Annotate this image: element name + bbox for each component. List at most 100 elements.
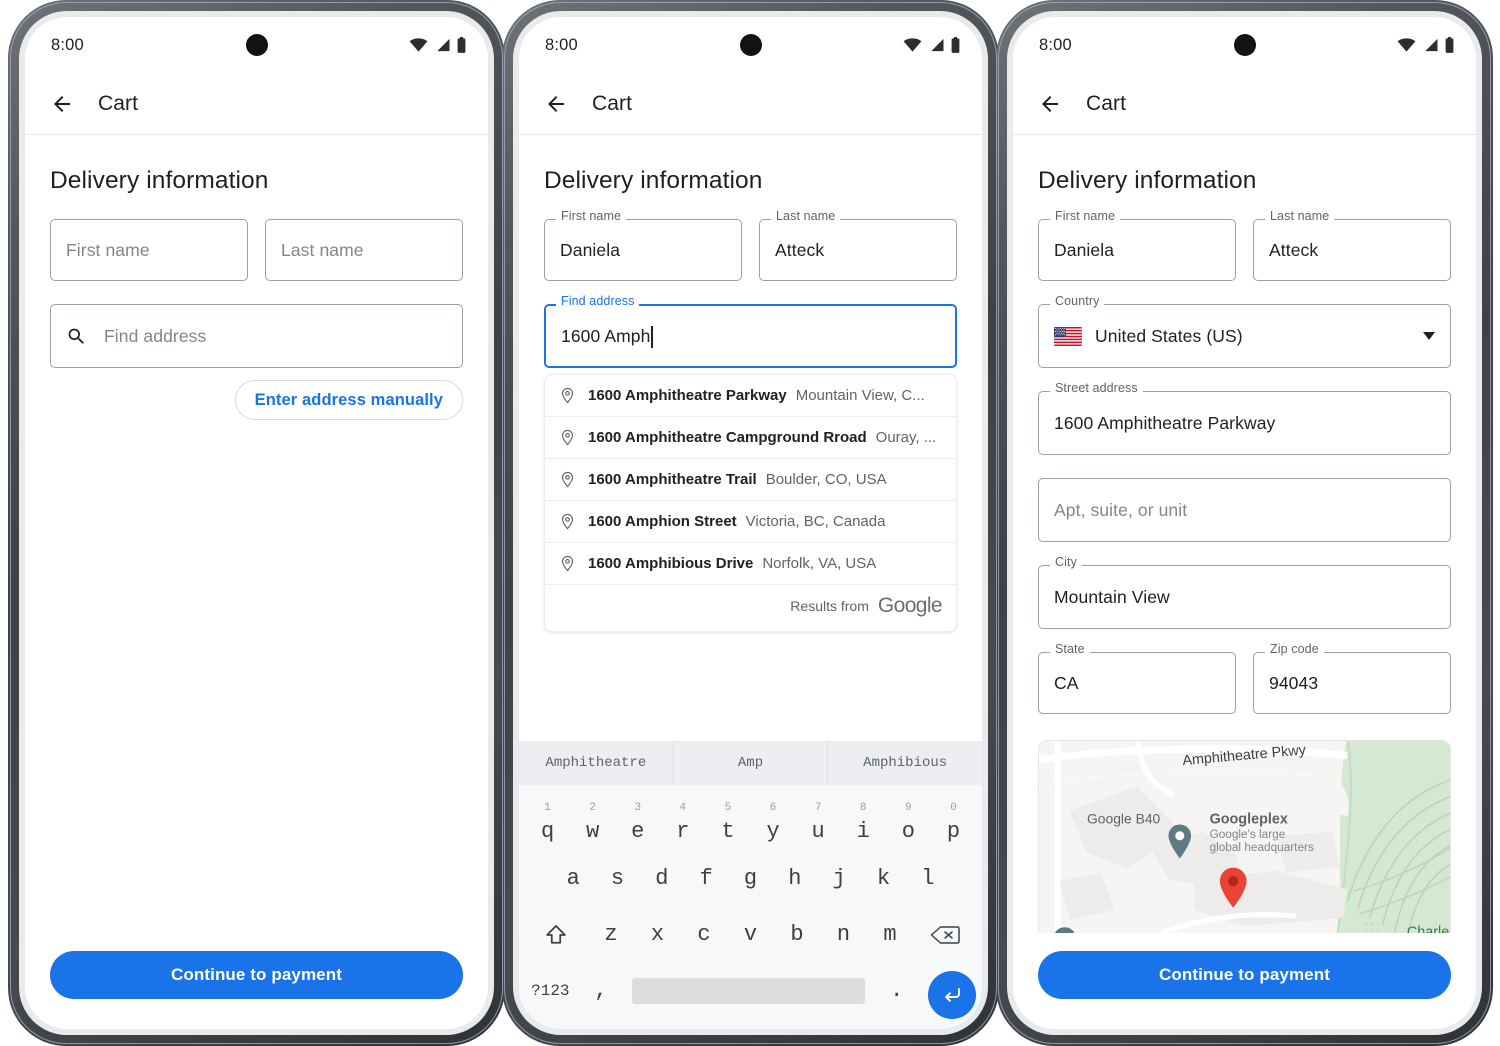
key-u[interactable]: 7u [796, 795, 841, 851]
first-name-input[interactable]: Daniela [544, 219, 742, 281]
autocomplete-item[interactable]: 1600 Amphitheatre Campground Rroad Ouray… [545, 417, 956, 459]
autocomplete-item-main: 1600 Amphitheatre Campground Rroad [588, 429, 867, 446]
back-button[interactable] [1033, 87, 1067, 121]
key-y[interactable]: 6y [751, 795, 796, 851]
enter-key-icon [945, 988, 960, 1002]
last-name-input[interactable]: Atteck [1253, 219, 1451, 281]
apt-field: Apt, suite, or unit [1038, 478, 1451, 542]
app-bar-title: Cart [98, 91, 139, 115]
first-name-input[interactable]: Daniela [1038, 219, 1236, 281]
suggestion-chip[interactable]: Amphitheatre [519, 741, 673, 785]
country-select[interactable]: United States (US) [1038, 304, 1451, 368]
key-s[interactable]: s [595, 851, 639, 907]
key-z[interactable]: z [588, 907, 635, 963]
street-address-input[interactable]: 1600 Amphitheatre Parkway [1038, 391, 1451, 455]
key-g[interactable]: g [728, 851, 772, 907]
find-address-value: 1600 Amph [561, 325, 651, 346]
phone-3-screen: 8:00 Cart Delivery information First nam… [1013, 17, 1476, 1029]
autocomplete-item-sub: Ouray, ... [875, 429, 937, 446]
key-n[interactable]: n [820, 907, 867, 963]
key-x[interactable]: x [634, 907, 681, 963]
phone-2-screen: 8:00 Cart Delivery information First nam… [519, 17, 982, 1029]
key-t[interactable]: 5t [705, 795, 750, 851]
state-input[interactable]: CA [1038, 652, 1236, 714]
first-name-label: First name [556, 210, 627, 223]
autocomplete-item-main: 1600 Amphibious Drive [588, 555, 754, 572]
country-value: United States (US) [1095, 325, 1243, 346]
key-o[interactable]: 9o [886, 795, 931, 851]
backspace-key[interactable] [913, 907, 976, 963]
cell-signal-icon [1425, 38, 1438, 52]
key-w[interactable]: 2w [570, 795, 615, 851]
us-flag-icon [1054, 326, 1082, 346]
autocomplete-item[interactable]: 1600 Amphitheatre Parkway Mountain View,… [545, 375, 956, 417]
text-caret [651, 326, 654, 348]
last-name-input[interactable]: Atteck [759, 219, 957, 281]
status-bar: 8:00 [25, 17, 488, 73]
suggestion-chip[interactable]: Amp [672, 741, 828, 785]
autocomplete-item[interactable]: 1600 Amphion Street Victoria, BC, Canada [545, 501, 956, 543]
zip-field: Zip code 94043 [1253, 643, 1451, 714]
state-value: CA [1054, 672, 1079, 693]
find-address-input[interactable]: Find address [50, 304, 463, 368]
battery-icon [1445, 37, 1454, 53]
last-name-input[interactable]: Last name [265, 219, 463, 281]
state-field: State CA [1038, 643, 1236, 714]
enter-address-manually-button[interactable]: Enter address manually [234, 380, 463, 420]
name-row: First name Last name [50, 219, 463, 304]
back-button[interactable] [539, 87, 573, 121]
city-input[interactable]: Mountain View [1038, 565, 1451, 629]
delivery-form-2: Delivery information First name Daniela … [519, 135, 982, 741]
key-j[interactable]: j [817, 851, 861, 907]
key-r[interactable]: 4r [660, 795, 705, 851]
key-a[interactable]: a [551, 851, 595, 907]
attribution-text: Results from [790, 598, 869, 614]
keyboard-suggestion-bar: Amphitheatre Amp Amphibious [519, 741, 982, 785]
map-poi-sub2: global headquarters [1210, 840, 1314, 854]
footer-bar: Continue to payment [1013, 933, 1476, 1029]
find-address-input[interactable]: 1600 Amph [544, 304, 957, 368]
continue-to-payment-button[interactable]: Continue to payment [1038, 951, 1451, 999]
key-b[interactable]: b [774, 907, 821, 963]
key-i[interactable]: 8i [841, 795, 886, 851]
zip-input[interactable]: 94043 [1253, 652, 1451, 714]
status-bar-icons [409, 37, 466, 53]
status-bar-icons [1397, 37, 1454, 53]
autocomplete-item[interactable]: 1600 Amphibious Drive Norfolk, VA, USA [545, 543, 956, 585]
battery-icon [457, 37, 466, 53]
key-e[interactable]: 3e [615, 795, 660, 851]
find-address-label: Find address [556, 295, 640, 308]
key-q[interactable]: 1q [525, 795, 570, 851]
key-h[interactable]: h [773, 851, 817, 907]
app-bar: Cart [519, 73, 982, 135]
comma-key[interactable]: , [576, 963, 627, 1019]
key-l[interactable]: l [906, 851, 950, 907]
status-bar-time: 8:00 [1039, 35, 1072, 54]
symbols-key[interactable]: ?123 [525, 963, 576, 1019]
continue-to-payment-button[interactable]: Continue to payment [50, 951, 463, 999]
first-name-input[interactable]: First name [50, 219, 248, 281]
apt-input[interactable]: Apt, suite, or unit [1038, 478, 1451, 542]
map-canvas: Amphitheatre Pkwy Google B40 Googleplex … [1039, 741, 1450, 933]
space-key[interactable] [632, 978, 866, 1004]
suggestion-chip[interactable]: Amphibious [827, 741, 982, 785]
enter-key[interactable] [928, 971, 976, 1019]
map-pin-icon [559, 555, 576, 572]
key-f[interactable]: f [684, 851, 728, 907]
key-v[interactable]: v [727, 907, 774, 963]
front-camera-cutout [1233, 34, 1256, 56]
autocomplete-item[interactable]: 1600 Amphitheatre Trail Boulder, CO, USA [545, 459, 956, 501]
key-d[interactable]: d [640, 851, 684, 907]
delivery-form-1: Delivery information First name Last nam… [25, 135, 488, 933]
back-button[interactable] [45, 87, 79, 121]
key-c[interactable]: c [681, 907, 728, 963]
shift-key[interactable] [525, 907, 588, 963]
first-name-placeholder: First name [66, 239, 150, 260]
key-k[interactable]: k [861, 851, 905, 907]
key-m[interactable]: m [867, 907, 914, 963]
autocomplete-item-sub: Victoria, BC, Canada [745, 513, 886, 530]
wifi-icon [903, 38, 922, 52]
address-map-preview[interactable]: Amphitheatre Pkwy Google B40 Googleplex … [1038, 740, 1451, 933]
period-key[interactable]: . [871, 963, 922, 1019]
key-p[interactable]: 0p [931, 795, 976, 851]
